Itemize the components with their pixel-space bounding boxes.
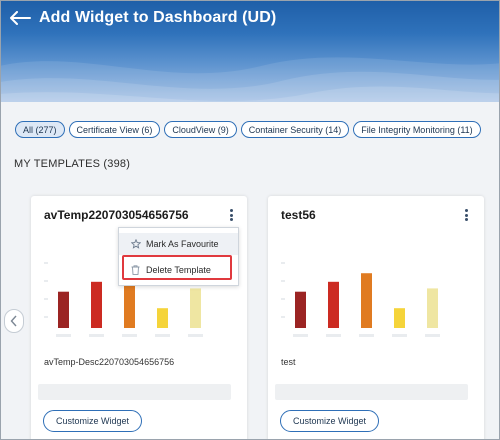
menu-item-label: Mark As Favourite [146, 239, 219, 249]
x-label-placeholder [293, 334, 308, 337]
filter-chips: All (277) Certificate View (6) CloudView… [15, 121, 481, 138]
title-bar: Add Widget to Dashboard (UD) [1, 1, 499, 35]
x-label-placeholder [188, 334, 203, 337]
card-placeholder-bar [38, 384, 231, 400]
filter-chip-cloudview[interactable]: CloudView (9) [164, 121, 237, 138]
carousel-prev-button[interactable] [4, 309, 24, 333]
y-tick-placeholder [281, 262, 285, 264]
menu-item-delete-template[interactable]: Delete Template [119, 259, 238, 281]
y-tick-placeholder [281, 280, 285, 282]
widget-preview-chart [281, 262, 440, 337]
y-tick-placeholder [44, 262, 48, 264]
more-options-icon[interactable] [225, 207, 237, 223]
more-options-icon[interactable] [460, 207, 472, 223]
header-wave-decoration [1, 57, 499, 102]
star-icon [130, 239, 141, 250]
chart-bar [91, 281, 102, 328]
card-title: test56 [281, 208, 316, 222]
menu-item-mark-as-favourite[interactable]: Mark As Favourite [119, 233, 238, 255]
x-label-placeholder [155, 334, 170, 337]
back-button[interactable] [3, 1, 37, 35]
card-description: avTemp-Desc220703054656756 [44, 357, 175, 367]
menu-item-label: Delete Template [146, 265, 211, 275]
x-label-placeholder [359, 334, 374, 337]
arrow-left-icon [10, 11, 31, 25]
chart-bar [427, 288, 438, 328]
chart-bar [58, 291, 69, 328]
x-label-placeholder [122, 334, 137, 337]
filter-chip-container-security[interactable]: Container Security (14) [240, 121, 350, 138]
chart-bar [295, 291, 306, 328]
customize-widget-button[interactable]: Customize Widget [43, 410, 143, 432]
dialog-window: Add Widget to Dashboard (UD) All (277) C… [0, 0, 500, 440]
x-label-placeholder [392, 334, 407, 337]
header-banner: Add Widget to Dashboard (UD) [1, 1, 499, 102]
y-tick-placeholder [44, 280, 48, 282]
chart-bar [190, 288, 201, 328]
card-description: test [281, 357, 296, 367]
y-tick-placeholder [281, 316, 285, 318]
x-label-placeholder [89, 334, 104, 337]
filter-chip-all[interactable]: All (277) [15, 121, 65, 138]
page-title: Add Widget to Dashboard (UD) [39, 9, 277, 26]
x-label-placeholder [56, 334, 71, 337]
chart-bar [157, 308, 168, 328]
template-card[interactable]: test56 test Customize Widget [268, 196, 484, 439]
customize-widget-button[interactable]: Customize Widget [280, 410, 380, 432]
x-label-placeholder [425, 334, 440, 337]
card-placeholder-bar [275, 384, 468, 400]
chevron-left-icon [10, 315, 17, 327]
y-tick-placeholder [44, 298, 48, 300]
card-title: avTemp220703054656756 [44, 208, 189, 222]
chart-bar [361, 273, 372, 328]
y-tick-placeholder [44, 316, 48, 318]
filter-chip-file-integrity-monitoring[interactable]: File Integrity Monitoring (11) [353, 121, 481, 138]
card-options-menu: Mark As Favourite Delete Template [118, 227, 239, 286]
y-tick-placeholder [281, 298, 285, 300]
filter-chip-certificate-view[interactable]: Certificate View (6) [68, 121, 161, 138]
chart-bar [328, 281, 339, 328]
chart-bar [394, 308, 405, 328]
trash-icon [130, 265, 141, 276]
x-label-placeholder [326, 334, 341, 337]
section-title: MY TEMPLATES (398) [14, 158, 131, 170]
